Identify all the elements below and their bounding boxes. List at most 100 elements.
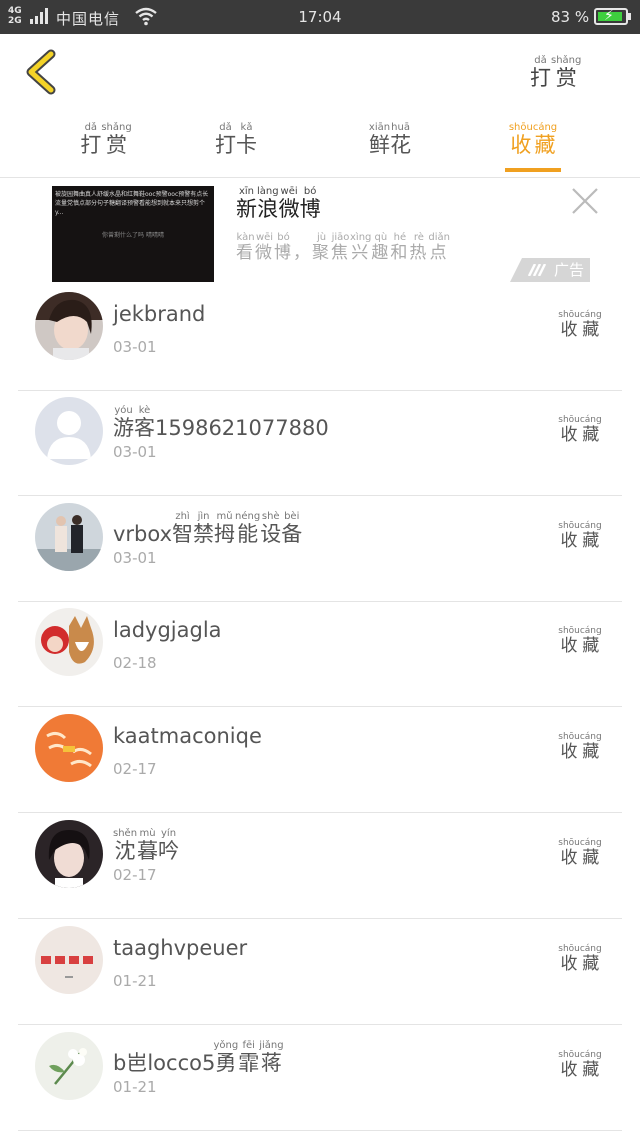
page-title: 打dǎ赏shǎng <box>530 55 610 92</box>
favorite-label-pinyin: shōu <box>558 521 580 531</box>
user-name-text: b <box>113 1051 127 1075</box>
ad-subtitle-pinyin: bó <box>274 232 293 243</box>
list-item[interactable]: vrbox智zhì禁jìn拇mǔ能néng设shè备bèi 03-01 收shō… <box>18 497 622 602</box>
list-item[interactable]: 游yóu客kè1598621077880 03-01 收shōu藏cáng <box>18 391 622 496</box>
ad-subtitle-pinyin: hé <box>390 232 410 243</box>
user-name-text: 1598621077880 <box>155 416 329 440</box>
favorite-label-char: 藏cáng <box>579 521 602 551</box>
list-item[interactable]: jekbrand 03-01 收shōu藏cáng <box>18 286 622 391</box>
favorite-button[interactable]: 收shōu藏cáng <box>556 838 604 868</box>
favorite-button[interactable]: 收shōu藏cáng <box>556 310 604 340</box>
list-item[interactable]: taaghvpeuer 01-21 收shōu藏cáng <box>18 920 622 1025</box>
avatar[interactable] <box>35 292 103 360</box>
ad-subtitle-char: 看kàn <box>236 232 255 263</box>
ad-subtitle-pinyin: jiāo <box>331 232 350 243</box>
tab-favorites[interactable]: 收shōu藏cáng <box>493 122 573 174</box>
favorite-button[interactable]: 收shōu藏cáng <box>556 732 604 762</box>
list-item[interactable]: ladygjagla 02-18 收shōu藏cáng <box>18 602 622 707</box>
avatar[interactable] <box>35 1032 103 1100</box>
user-name-pinyin: jìn <box>193 511 215 522</box>
ad-title-char: 博bó <box>299 186 321 221</box>
ad-subtitle-pinyin: kàn <box>236 232 255 243</box>
ad-subtitle-char: 聚jù <box>312 232 331 263</box>
user-name: 沈shěn暮mù吟yín <box>113 828 179 865</box>
user-name-char: 能néng <box>235 511 261 546</box>
page-title-pinyin: shǎng <box>551 55 582 66</box>
user-name: ladygjagla <box>113 618 222 642</box>
user-name: kaatmaconiqe <box>113 724 262 748</box>
favorite-label-char: 藏cáng <box>579 626 602 656</box>
favorite-label-char: 藏cáng <box>579 838 602 868</box>
avatar[interactable] <box>35 397 103 465</box>
user-name-char: 拇mǔ <box>214 511 236 546</box>
ad-subtitle-pinyin: diǎn <box>428 232 450 243</box>
favorite-button[interactable]: 收shōu藏cáng <box>556 1050 604 1080</box>
tab-label-char: 鲜xiān <box>368 122 391 157</box>
favorite-label-char: 收shōu <box>558 838 580 868</box>
user-name-char: 游yóu <box>113 405 134 440</box>
ad-thumbnail[interactable]: 被旋园舞曲真人舒缓水晶和红舞鞋ooc预警ooc预警有点长流量党慎点部分句子糖翻译… <box>52 186 214 282</box>
charging-icon: ⚡ <box>604 8 614 24</box>
page-title-char: 打dǎ <box>530 55 551 90</box>
user-name-pinyin: yóu <box>113 405 134 416</box>
user-name: 游yóu客kè1598621077880 <box>113 405 329 442</box>
list-item[interactable]: b岜locco5勇yǒng霏fēi蒋jiǎng 01-21 收shōu藏cáng <box>18 1026 622 1131</box>
tab-label-pinyin: xiān <box>368 122 391 133</box>
ad-subtitle-pinyin: xìng <box>350 232 372 243</box>
tab-flowers[interactable]: 鲜xiān花huā <box>350 122 430 174</box>
favorite-button[interactable]: 收shōu藏cáng <box>556 521 604 551</box>
avatar[interactable] <box>35 503 103 571</box>
avatar[interactable] <box>35 714 103 782</box>
user-name-char: 沈shěn <box>113 828 138 863</box>
tab-label-char: 花huā <box>390 122 412 157</box>
user-name-char: 智zhì <box>172 511 194 546</box>
tab-checkin[interactable]: 打dǎ卡kǎ <box>196 122 276 174</box>
avatar[interactable] <box>35 820 103 888</box>
favorite-date: 03-01 <box>113 338 157 356</box>
favorite-label-pinyin: cáng <box>579 626 602 636</box>
favorite-label-char: 藏cáng <box>579 415 602 445</box>
avatar[interactable] <box>35 608 103 676</box>
user-name-pinyin: mù <box>137 828 159 839</box>
user-name-char: 暮mù <box>137 828 159 863</box>
ad-title[interactable]: 新xīn浪làng微wēi博bó <box>236 186 321 223</box>
favorite-button[interactable]: 收shōu藏cáng <box>556 415 604 445</box>
user-name-char: 吟yín <box>158 828 180 863</box>
tab-label-pinyin: cáng <box>532 122 558 133</box>
favorite-label-char: 藏cáng <box>579 732 602 762</box>
favorite-date: 02-17 <box>113 760 157 778</box>
user-name-char: 霏fēi <box>238 1040 260 1075</box>
user-name-char: 设shè <box>260 511 282 546</box>
user-name-pinyin: mǔ <box>214 511 236 522</box>
user-name-char: 蒋jiǎng <box>259 1040 284 1075</box>
back-button[interactable] <box>18 48 66 96</box>
tab-reward[interactable]: 打dǎ赏shǎng <box>66 122 146 174</box>
user-name-text: locco5 <box>147 1051 216 1075</box>
tab-label-pinyin: shōu <box>508 122 533 133</box>
ad-subtitle-char: 博bó <box>274 232 293 263</box>
favorite-label-pinyin: shōu <box>558 310 580 320</box>
favorite-label-char: 收shōu <box>558 310 580 340</box>
avatar[interactable] <box>35 926 103 994</box>
list-item[interactable]: 沈shěn暮mù吟yín 02-17 收shōu藏cáng <box>18 814 622 919</box>
favorite-date: 02-18 <box>113 654 157 672</box>
user-name-pinyin: zhì <box>172 511 194 522</box>
favorite-label-pinyin: shōu <box>558 1050 580 1060</box>
tab-label-pinyin: huā <box>390 122 412 133</box>
tab-label-char: 赏shǎng <box>101 122 132 157</box>
user-name-char: 禁jìn <box>193 511 215 546</box>
tab-label-char: 收shōu <box>508 122 533 157</box>
page-title-pinyin: dǎ <box>530 55 551 66</box>
favorite-button[interactable]: 收shōu藏cáng <box>556 626 604 656</box>
battery-percent: 83 % <box>551 8 590 26</box>
ad-subtitle-char: 点diǎn <box>428 232 450 263</box>
tab-label-char: 打dǎ <box>80 122 102 157</box>
list-item[interactable]: kaatmaconiqe 02-17 收shōu藏cáng <box>18 708 622 813</box>
favorite-label-pinyin: shōu <box>558 838 580 848</box>
close-icon[interactable] <box>570 186 600 216</box>
favorite-label-char: 藏cáng <box>579 944 602 974</box>
ad-subtitle-char: 趣qù <box>371 232 391 263</box>
user-name-text: vrbox <box>113 522 173 546</box>
ad-subtitle-pinyin: wēi <box>255 232 274 243</box>
favorite-button[interactable]: 收shōu藏cáng <box>556 944 604 974</box>
